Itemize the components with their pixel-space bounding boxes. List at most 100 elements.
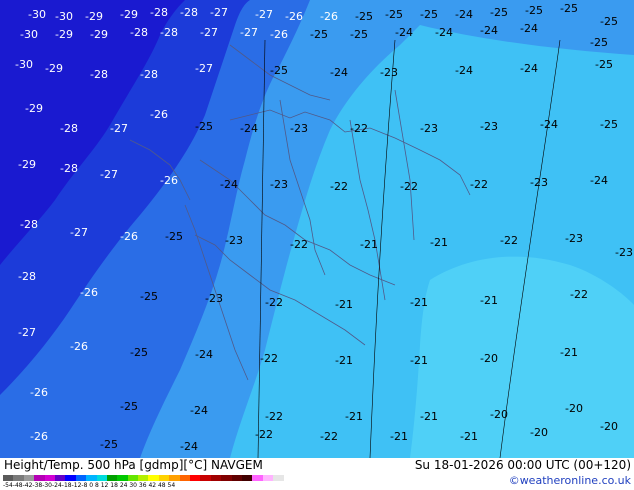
temperature-label: -21 xyxy=(460,430,478,443)
temperature-label: -26 xyxy=(270,28,288,41)
temperature-label: -24 xyxy=(220,178,238,191)
temperature-label: -22 xyxy=(470,178,488,191)
temperature-label: -29 xyxy=(85,10,103,23)
temperature-label: -25 xyxy=(350,28,368,41)
temperature-label: -22 xyxy=(570,288,588,301)
temperature-label: -21 xyxy=(560,346,578,359)
temperature-label: -22 xyxy=(265,410,283,423)
color-scale-swatch xyxy=(96,475,107,481)
temperature-label: -25 xyxy=(420,8,438,21)
temperature-label: -27 xyxy=(70,226,88,239)
color-scale-swatch xyxy=(86,475,97,481)
temperature-label: -30 xyxy=(15,58,33,71)
temperature-label: -24 xyxy=(520,22,538,35)
temperature-label: -28 xyxy=(20,218,38,231)
temperature-label: -21 xyxy=(420,410,438,423)
temperature-label: -27 xyxy=(210,6,228,19)
color-scale-swatch xyxy=(148,475,159,481)
temperature-label: -25 xyxy=(590,36,608,49)
temperature-label: -21 xyxy=(345,410,363,423)
temperature-label: -20 xyxy=(530,426,548,439)
temperature-label: -29 xyxy=(90,28,108,41)
color-scale-swatch xyxy=(13,475,24,481)
temperature-label: -25 xyxy=(310,28,328,41)
map-title: Height/Temp. 500 hPa [gdmp][°C] NAVGEM xyxy=(4,458,263,472)
temperature-label: -29 xyxy=(55,28,73,41)
temperature-label: -25 xyxy=(600,15,618,28)
temperature-label: -20 xyxy=(565,402,583,415)
temperature-label: -21 xyxy=(335,354,353,367)
temperature-label: -21 xyxy=(335,298,353,311)
temperature-label: -26 xyxy=(80,286,98,299)
temperature-label: -24 xyxy=(395,26,413,39)
color-scale-swatch xyxy=(221,475,232,481)
temperature-label: -25 xyxy=(385,8,403,21)
valid-time: Su 18-01-2026 00:00 UTC (00+120) xyxy=(414,458,631,472)
temperature-label: -29 xyxy=(25,102,43,115)
temperature-label: -21 xyxy=(390,430,408,443)
color-scale-swatch xyxy=(65,475,76,481)
color-scale-swatch xyxy=(138,475,149,481)
color-scale-swatch xyxy=(127,475,139,481)
temperature-label: -26 xyxy=(150,108,168,121)
temperature-label: -24 xyxy=(240,122,258,135)
temperature-label: -24 xyxy=(330,66,348,79)
color-scale-swatch xyxy=(75,475,87,481)
temperature-label: -22 xyxy=(350,122,368,135)
temperature-label: -23 xyxy=(480,120,498,133)
temperature-label: -30 xyxy=(20,28,38,41)
temperature-label: -23 xyxy=(290,122,308,135)
temperature-label: -23 xyxy=(420,122,438,135)
temperature-label: -27 xyxy=(240,26,258,39)
temperature-label: -25 xyxy=(600,118,618,131)
temperature-label: -29 xyxy=(120,8,138,21)
temperature-label: -27 xyxy=(195,62,213,75)
temperature-label: -22 xyxy=(290,238,308,251)
color-scale-swatch xyxy=(190,475,201,481)
temperature-label: -27 xyxy=(200,26,218,39)
color-scale-swatch xyxy=(54,475,66,481)
temperature-label: -26 xyxy=(30,430,48,443)
temperature-label: -20 xyxy=(490,408,508,421)
color-scale-swatch xyxy=(231,475,242,481)
color-scale-swatch xyxy=(23,475,35,481)
temperature-label: -23 xyxy=(270,178,288,191)
temperature-label: -20 xyxy=(480,352,498,365)
color-scale-swatch xyxy=(44,475,55,481)
temperature-label: -24 xyxy=(520,62,538,75)
temperature-label: -22 xyxy=(320,430,338,443)
temperature-label: -25 xyxy=(595,58,613,71)
temperature-label: -25 xyxy=(130,346,148,359)
temperature-label: -23 xyxy=(615,246,633,259)
temperature-label: -25 xyxy=(525,4,543,17)
temperature-label: -28 xyxy=(180,6,198,19)
credit-link[interactable]: ©weatheronline.co.uk xyxy=(509,474,631,487)
color-scale-swatch xyxy=(169,475,180,481)
color-scale-swatch xyxy=(106,475,118,481)
temperature-label: -27 xyxy=(255,8,273,21)
temperature-label: -30 xyxy=(28,8,46,21)
temperature-label: -24 xyxy=(480,24,498,37)
temperature-label: -26 xyxy=(30,386,48,399)
temperature-label: -21 xyxy=(360,238,378,251)
temperature-label: -25 xyxy=(490,6,508,19)
temperature-label: -26 xyxy=(320,10,338,23)
color-scale-swatch xyxy=(262,475,274,481)
temperature-label: -24 xyxy=(455,8,473,21)
map-footer: Height/Temp. 500 hPa [gdmp][°C] NAVGEM S… xyxy=(0,458,634,490)
temperature-label: -29 xyxy=(45,62,63,75)
temperature-label: -24 xyxy=(590,174,608,187)
temperature-label: -24 xyxy=(190,404,208,417)
color-scale xyxy=(3,475,284,481)
color-scale-swatch xyxy=(158,475,170,481)
temperature-label: -21 xyxy=(410,354,428,367)
color-scale-swatch xyxy=(273,475,284,481)
temperature-label: -30 xyxy=(55,10,73,23)
temperature-label: -28 xyxy=(140,68,158,81)
temperature-label: -22 xyxy=(260,352,278,365)
temperature-label: -28 xyxy=(160,26,178,39)
temperature-label: -26 xyxy=(70,340,88,353)
temperature-label: -22 xyxy=(255,428,273,441)
temperature-label: -22 xyxy=(400,180,418,193)
temperature-label: -29 xyxy=(18,158,36,171)
